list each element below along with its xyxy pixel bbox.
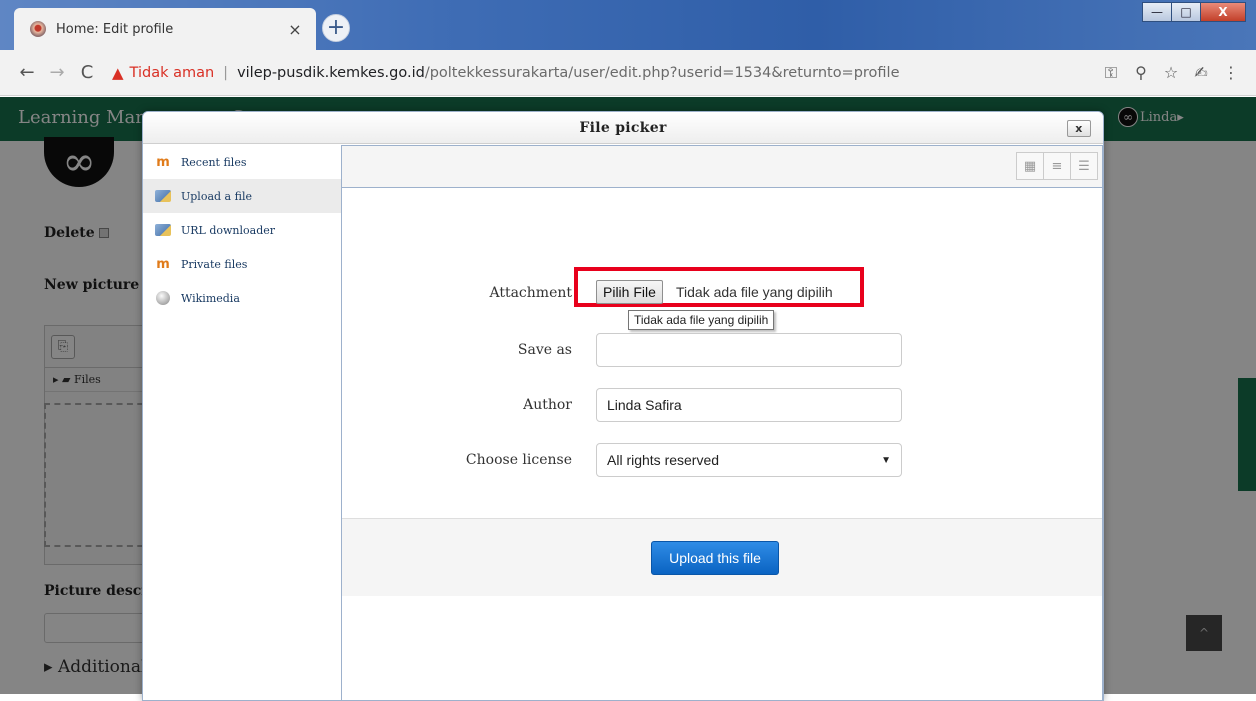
license-label: Choose license — [465, 452, 572, 468]
forward-arrow-icon[interactable]: → — [44, 62, 70, 83]
tab-close-icon[interactable]: × — [286, 20, 304, 39]
url-icon — [155, 222, 171, 238]
upload-file-button[interactable]: Upload this file — [651, 541, 779, 575]
file-tooltip: Tidak ada file yang dipilih — [628, 310, 775, 330]
repo-label: Wikimedia — [181, 291, 240, 305]
browser-tab[interactable]: Home: Edit profile × — [14, 8, 316, 50]
license-select[interactable]: All rights reserved ▼ — [596, 443, 902, 477]
repo-upload-file[interactable]: Upload a file — [143, 179, 341, 213]
author-label: Author — [523, 397, 572, 413]
security-status[interactable]: Tidak aman — [130, 65, 215, 81]
file-picker-dialog: File picker x m Recent files Upload a fi… — [142, 111, 1104, 701]
moodle-icon: m — [156, 154, 170, 170]
attachment-row: Attachment Pilih File Tidak ada file yan… — [342, 267, 1102, 330]
new-tab-button[interactable]: + — [322, 14, 350, 42]
zoom-icon[interactable]: ⚲ — [1126, 63, 1156, 82]
tree-view-icon[interactable]: ☰ — [1070, 152, 1098, 180]
choose-file-button[interactable]: Pilih File — [596, 280, 663, 304]
key-icon[interactable]: ⚿ — [1096, 63, 1126, 83]
repo-recent-files[interactable]: m Recent files — [143, 145, 341, 179]
repo-label: Private files — [181, 257, 248, 271]
repo-private-files[interactable]: m Private files — [143, 247, 341, 281]
close-window-button[interactable]: X — [1200, 2, 1246, 22]
save-as-row: Save as — [342, 333, 1102, 367]
author-input[interactable] — [596, 388, 902, 422]
browser-titlebar: Home: Edit profile × + — □ X — [0, 0, 1256, 50]
url-host: vilep-pusdik.kemkes.go.id — [237, 64, 425, 81]
site-favicon-icon — [30, 21, 46, 37]
minimize-button[interactable]: — — [1142, 2, 1172, 22]
chevron-down-icon: ▼ — [881, 454, 891, 466]
author-row: Author — [342, 388, 1102, 422]
wikimedia-icon — [155, 290, 171, 306]
dialog-header: File picker x — [143, 112, 1103, 144]
license-row: Choose license All rights reserved ▼ — [342, 443, 1102, 477]
upload-icon — [155, 188, 171, 204]
moodle-icon: m — [156, 256, 170, 272]
attachment-label: Attachment — [489, 285, 572, 301]
warning-triangle-icon: ▲ — [112, 63, 124, 82]
save-as-input[interactable] — [596, 333, 902, 367]
repo-label: Upload a file — [181, 189, 252, 203]
upload-footer: Upload this file — [342, 518, 1102, 596]
address-bar: ← → C ▲ Tidak aman | vilep-pusdik.kemkes… — [0, 50, 1256, 96]
no-file-chosen-text: Tidak ada file yang dipilih — [676, 284, 833, 300]
dialog-close-button[interactable]: x — [1067, 120, 1091, 137]
repo-wikimedia[interactable]: Wikimedia — [143, 281, 341, 315]
repository-list: m Recent files Upload a file URL downloa… — [143, 145, 341, 700]
back-arrow-icon[interactable]: ← — [14, 62, 40, 83]
upload-panel: ▦ ≡ ☰ Attachment Pilih File Tidak ada fi… — [341, 145, 1103, 700]
omnibox-separator: | — [223, 64, 229, 81]
reload-icon[interactable]: C — [74, 62, 100, 83]
view-switcher: ▦ ≡ ☰ — [1016, 152, 1098, 180]
bookmark-star-icon[interactable]: ☆ — [1156, 63, 1186, 82]
tab-title: Home: Edit profile — [56, 21, 174, 37]
menu-dots-icon[interactable]: ⋮ — [1216, 63, 1246, 82]
dialog-title: File picker — [579, 119, 667, 136]
repo-label: Recent files — [181, 155, 247, 169]
icon-view-icon[interactable]: ▦ — [1016, 152, 1044, 180]
maximize-button[interactable]: □ — [1171, 2, 1201, 22]
license-selected-value: All rights reserved — [607, 452, 720, 468]
omnibox[interactable]: ▲ Tidak aman | vilep-pusdik.kemkes.go.id… — [112, 57, 1096, 89]
repo-label: URL downloader — [181, 223, 276, 237]
list-view-icon[interactable]: ≡ — [1043, 152, 1071, 180]
extension-icon[interactable]: ✍ — [1186, 63, 1216, 82]
address-bar-actions: ⚿ ⚲ ☆ ✍ ⋮ — [1096, 63, 1246, 83]
view-toolbar: ▦ ≡ ☰ — [342, 146, 1102, 188]
window-controls: — □ X — [1142, 2, 1246, 22]
url-path: /poltekkessurakarta/user/edit.php?userid… — [424, 64, 900, 81]
repo-url-downloader[interactable]: URL downloader — [143, 213, 341, 247]
save-as-label: Save as — [517, 342, 572, 358]
